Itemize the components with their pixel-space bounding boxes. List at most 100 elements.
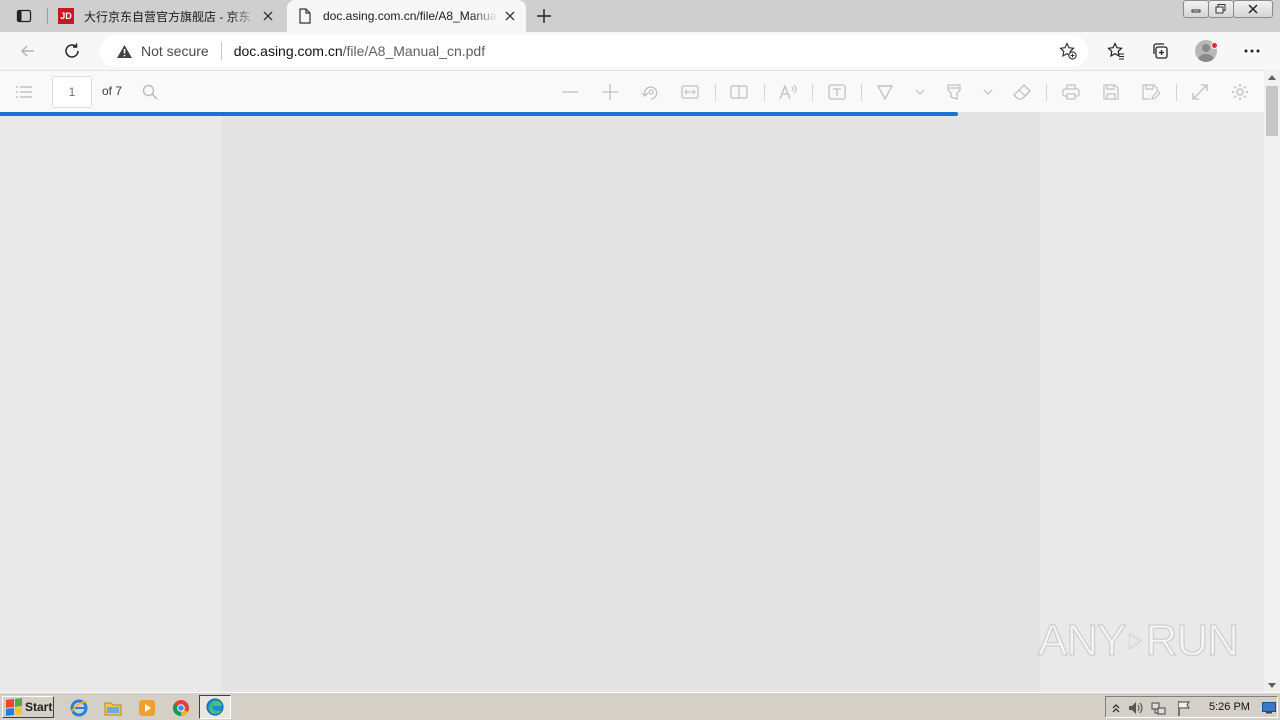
minimize-button[interactable] (1183, 0, 1209, 18)
close-icon (505, 11, 515, 21)
start-button[interactable]: Start (2, 696, 54, 718)
windows-logo-icon (6, 698, 22, 716)
chevron-up-icon (1112, 704, 1120, 713)
flag-icon[interactable] (1176, 700, 1192, 716)
zoom-out-button[interactable] (558, 80, 582, 104)
system-tray: 5:26 PM (1105, 696, 1278, 718)
jd-icon: JD (58, 8, 74, 24)
navigation-bar: Not secure doc.asing.com.cn/file/A8_Manu… (0, 32, 1280, 70)
chrome-icon[interactable] (170, 697, 192, 719)
favorites-icon (1107, 42, 1124, 60)
restore-button[interactable] (1208, 0, 1234, 18)
draw-button[interactable] (873, 80, 897, 104)
chevron-down-icon (915, 89, 925, 95)
toolbar-separator (861, 84, 862, 101)
fullscreen-button[interactable] (1188, 80, 1212, 104)
gear-icon (1232, 84, 1248, 100)
contents-button[interactable] (12, 80, 36, 104)
pdf-page-placeholder (222, 112, 1040, 692)
fullscreen-icon (1192, 84, 1208, 100)
address-bar[interactable]: Not secure doc.asing.com.cn/file/A8_Manu… (100, 35, 1088, 67)
back-button[interactable] (12, 35, 44, 67)
page-number-input[interactable]: 1 (52, 76, 92, 108)
highlight-icon (947, 84, 961, 100)
vertical-scrollbar[interactable] (1264, 70, 1280, 692)
scroll-thumb[interactable] (1266, 86, 1278, 136)
media-player-icon[interactable] (136, 697, 158, 719)
tab-close-button[interactable] (256, 4, 280, 28)
add-favorite-button[interactable] (1056, 39, 1080, 63)
highlight-button[interactable] (942, 80, 966, 104)
toolbar-separator (1176, 84, 1177, 101)
pdf-viewport[interactable] (0, 112, 1264, 692)
show-hidden-icons-button[interactable] (1108, 700, 1124, 716)
fit-width-button[interactable] (678, 80, 702, 104)
add-text-icon (828, 84, 846, 100)
window-close-button[interactable] (1233, 0, 1273, 18)
title-bar: JD 大行京东自营官方旗舰店 - 京东 doc.asing.com.cn/fil… (0, 0, 1280, 32)
url-path: /file/A8_Manual_cn.pdf (342, 43, 486, 59)
zoom-in-icon (602, 84, 618, 100)
scroll-down-button[interactable] (1264, 678, 1280, 692)
profile-button[interactable] (1190, 35, 1222, 67)
ie-icon[interactable] (68, 697, 90, 719)
print-button[interactable] (1059, 80, 1083, 104)
zoom-in-button[interactable] (598, 80, 622, 104)
watermark-any: ANY (1037, 615, 1127, 665)
collections-button[interactable] (1144, 35, 1176, 67)
page-view-button[interactable] (727, 80, 751, 104)
refresh-button[interactable] (56, 35, 88, 67)
notification-dot (1211, 42, 1218, 49)
edge-taskbar-button[interactable] (199, 695, 231, 719)
read-aloud-button[interactable] (776, 80, 800, 104)
find-button[interactable] (138, 80, 162, 104)
tab-pdf[interactable]: doc.asing.com.cn/file/A8_Manual_cn.pdf (287, 0, 526, 32)
taskbar: Start 5:26 PM (0, 692, 1280, 720)
page-view-icon (730, 85, 748, 99)
close-icon (263, 11, 273, 21)
url-text[interactable]: doc.asing.com.cn/file/A8_Manual_cn.pdf (234, 43, 485, 59)
refresh-icon (65, 43, 79, 58)
watermark-run: RUN (1145, 615, 1240, 665)
minimize-icon (1191, 9, 1201, 13)
favorites-button[interactable] (1100, 35, 1132, 67)
save-as-button[interactable] (1139, 80, 1163, 104)
show-desktop-icon[interactable] (1261, 700, 1277, 716)
network-icon[interactable] (1151, 700, 1167, 716)
save-icon (1103, 84, 1119, 100)
add-text-button[interactable] (825, 80, 849, 104)
fit-width-icon (681, 85, 699, 99)
back-arrow-icon (20, 45, 34, 57)
search-icon (142, 84, 158, 100)
draw-options-button[interactable] (908, 80, 932, 104)
erase-button[interactable] (1010, 80, 1034, 104)
tab-jd[interactable]: JD 大行京东自营官方旗舰店 - 京东 (48, 0, 284, 32)
scroll-up-button[interactable] (1264, 70, 1280, 84)
toolbar-separator (812, 84, 813, 101)
pdf-toolbar: 1 of 7 (0, 70, 1266, 112)
tab-title: 大行京东自营官方旗舰店 - 京东 (84, 9, 251, 24)
highlight-options-button[interactable] (976, 80, 1000, 104)
document-icon (297, 8, 313, 24)
tab-actions-button[interactable] (8, 3, 40, 29)
more-icon (1244, 49, 1260, 53)
explorer-icon[interactable] (102, 697, 124, 719)
volume-icon[interactable] (1128, 700, 1144, 716)
save-button[interactable] (1099, 80, 1123, 104)
edge-icon (206, 698, 224, 716)
caret-down-icon (1268, 682, 1276, 688)
draw-icon (876, 85, 894, 101)
rotate-icon (641, 86, 658, 100)
collections-icon (1153, 43, 1168, 59)
star-add-icon (1059, 42, 1077, 60)
pdf-settings-button[interactable] (1228, 80, 1252, 104)
tab-close-button[interactable] (498, 4, 522, 28)
security-indicator[interactable]: Not secure (116, 43, 209, 59)
settings-menu-button[interactable] (1236, 35, 1268, 67)
rotate-button[interactable] (638, 80, 662, 104)
contents-icon (16, 86, 32, 98)
toolbar-separator (1046, 84, 1047, 101)
caret-up-icon (1268, 74, 1276, 80)
clock[interactable]: 5:26 PM (1209, 701, 1250, 713)
new-tab-button[interactable] (532, 4, 556, 28)
